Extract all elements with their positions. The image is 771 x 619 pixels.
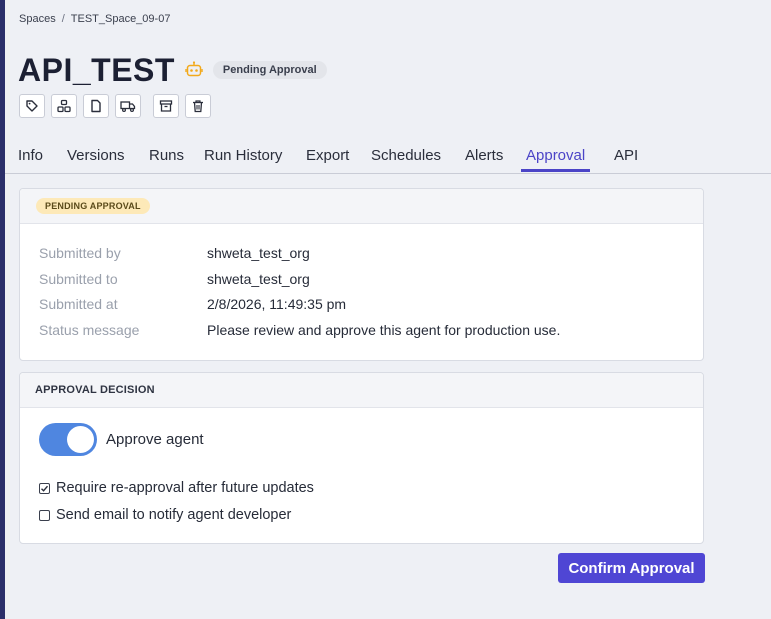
detail-value: Please review and approve this agent for… [207, 322, 561, 338]
send-email-label: Send email to notify agent developer [56, 507, 292, 523]
tab-info[interactable]: Info [18, 145, 43, 172]
approve-agent-label: Approve agent [106, 431, 204, 448]
tag-icon[interactable] [19, 94, 45, 118]
status-badge: Pending Approval [212, 61, 327, 79]
tab-approval[interactable]: Approval [521, 145, 591, 172]
require-reapproval-checkbox[interactable] [39, 482, 50, 494]
main-content: Spaces / TEST_Space_09-07 API_TEST Pending… [5, 0, 771, 619]
require-reapproval-row[interactable]: Require re-approval after future updates [39, 480, 314, 496]
breadcrumb-spaces-link[interactable]: Spaces [19, 13, 56, 25]
approve-agent-toggle[interactable] [39, 423, 97, 456]
tab-export[interactable]: Export [306, 145, 349, 172]
breadcrumb-current[interactable]: TEST_Space_09-07 [71, 13, 171, 25]
toolbar [19, 94, 211, 118]
tab-versions[interactable]: Versions [67, 145, 125, 172]
detail-label: Status message [39, 322, 140, 338]
detail-value: shweta_test_org [207, 245, 310, 261]
page-title: API_TEST [18, 52, 175, 88]
breadcrumb: Spaces / TEST_Space_09-07 [19, 13, 170, 25]
send-email-row[interactable]: Send email to notify agent developer [39, 507, 291, 523]
pending-approval-badge: PENDING APPROVAL [36, 198, 150, 214]
tab-schedules[interactable]: Schedules [371, 145, 441, 172]
decision-header-label: APPROVAL DECISION [35, 384, 155, 396]
robot-icon [185, 61, 203, 79]
agents-icon[interactable] [51, 94, 77, 118]
archive-icon[interactable] [153, 94, 179, 118]
deploy-truck-icon[interactable] [115, 94, 141, 118]
detail-value: 2/8/2026, 11:49:35 pm [207, 296, 347, 312]
trash-icon[interactable] [185, 94, 211, 118]
tab-runs[interactable]: Runs [149, 145, 184, 172]
breadcrumb-separator: / [61, 13, 65, 25]
pending-card-header: PENDING APPROVAL [20, 189, 703, 224]
detail-label: Submitted by [39, 245, 121, 261]
tab-bar: Info Versions Runs Run History Export Sc… [5, 142, 771, 174]
decision-card-header: APPROVAL DECISION [20, 373, 703, 408]
send-email-checkbox[interactable] [39, 509, 50, 521]
detail-value: shweta_test_org [207, 271, 310, 287]
detail-label: Submitted at [39, 296, 118, 312]
toggle-knob [67, 426, 94, 453]
title-row: API_TEST Pending Approval [18, 52, 327, 88]
confirm-approval-button[interactable]: Confirm Approval [558, 553, 705, 583]
approval-decision-card: APPROVAL DECISION Approve agent Require … [19, 372, 704, 544]
document-icon[interactable] [83, 94, 109, 118]
pending-approval-card: PENDING APPROVAL Submitted by shweta_tes… [19, 188, 704, 361]
detail-label: Submitted to [39, 271, 118, 287]
tab-alerts[interactable]: Alerts [465, 145, 503, 172]
require-reapproval-label: Require re-approval after future updates [56, 480, 314, 496]
tab-api[interactable]: API [614, 145, 638, 172]
tab-run-history[interactable]: Run History [204, 145, 282, 172]
